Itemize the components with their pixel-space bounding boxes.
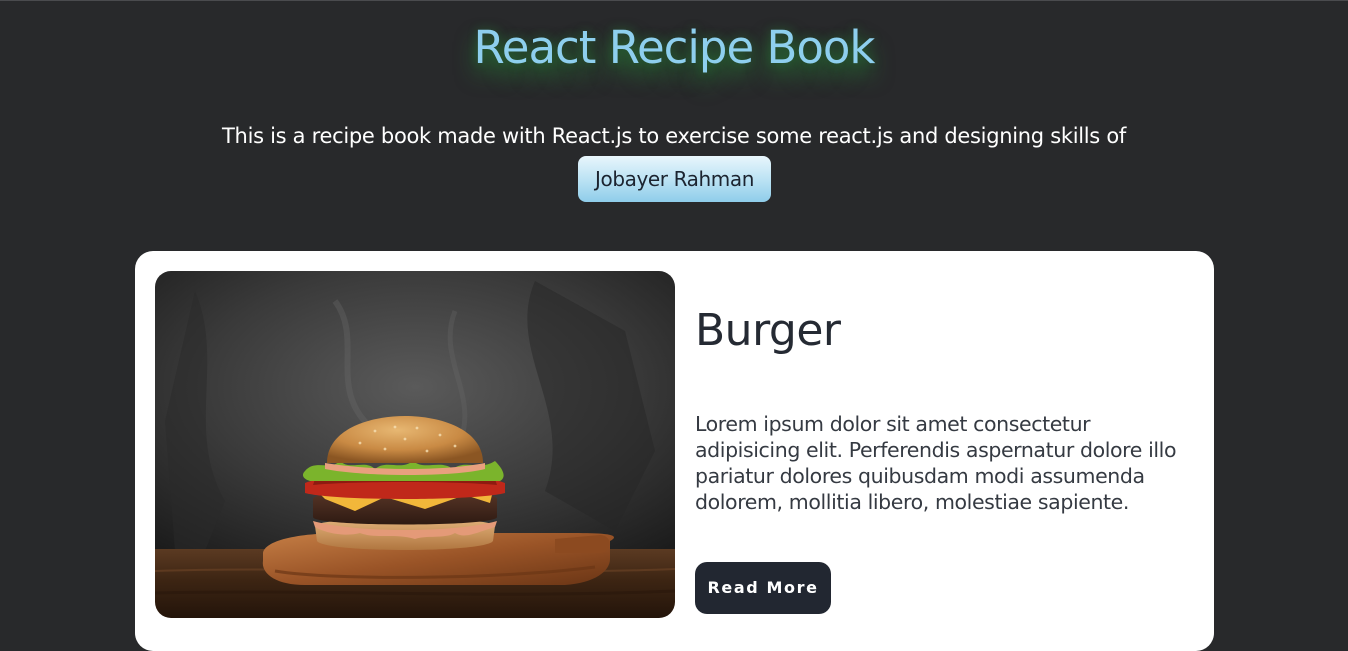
author-button[interactable]: Jobayer Rahman [578,156,771,202]
page-subtitle: This is a recipe book made with React.js… [222,124,1126,148]
burger-photo [155,271,675,618]
read-more-button[interactable]: Read More [695,562,831,614]
top-divider [0,0,1348,1]
recipe-image [155,271,675,618]
page-title: React Recipe Book [473,21,876,74]
recipe-card: Burger Lorem ipsum dolor sit amet consec… [135,251,1214,651]
recipe-title: Burger [695,305,841,356]
recipe-description: Lorem ipsum dolor sit amet consectetur a… [695,412,1177,514]
